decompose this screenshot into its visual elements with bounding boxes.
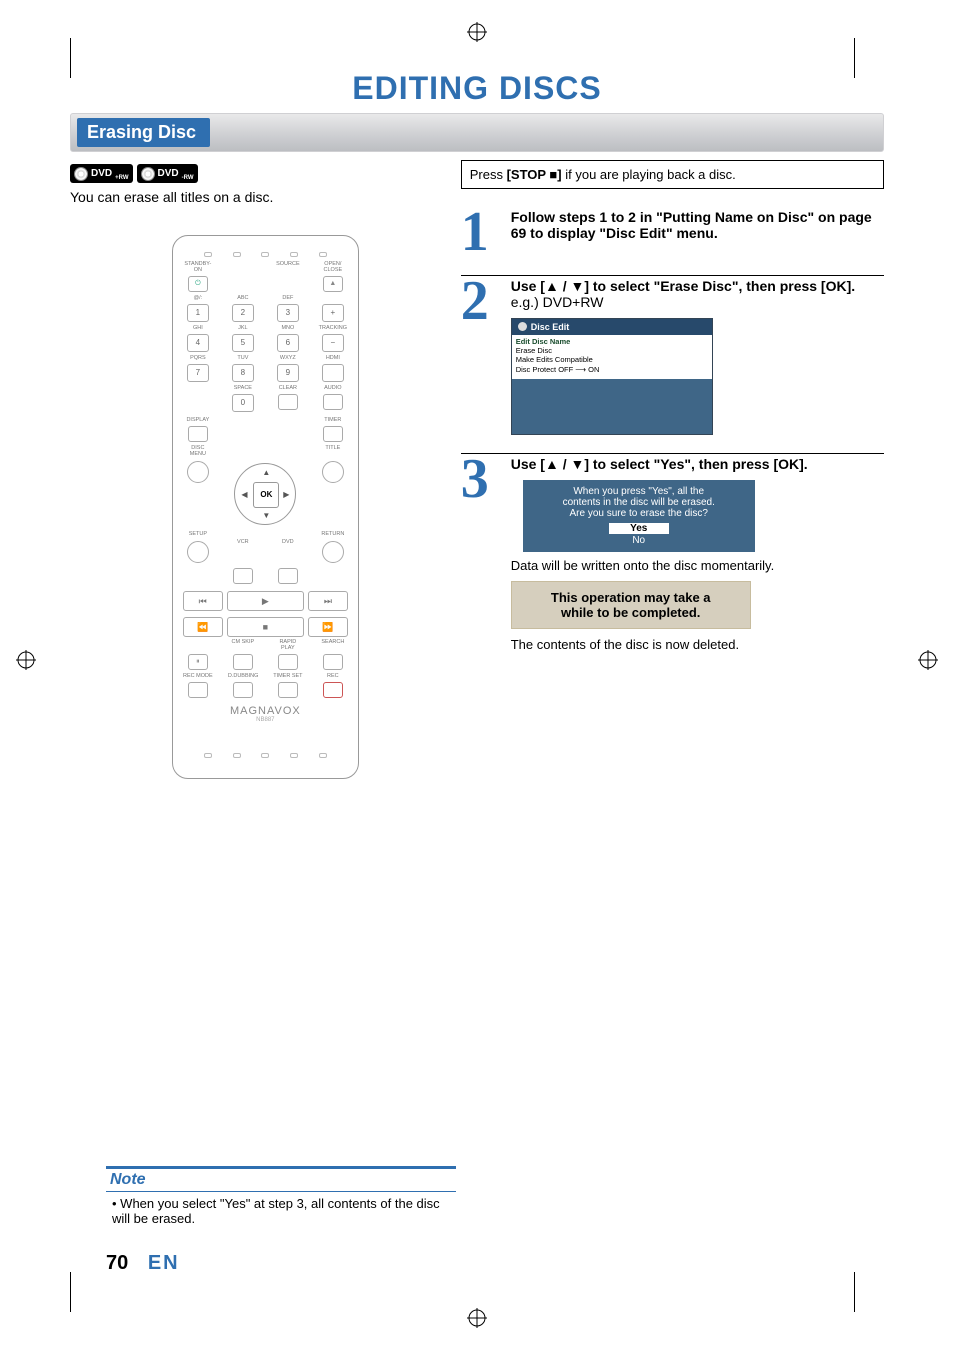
right-column: Press [STOP ■] if you are playing back a… xyxy=(461,160,884,779)
step-number: 2 xyxy=(461,278,505,435)
disc-edit-menu: Disc Edit Edit Disc Name Erase Disc Make… xyxy=(511,318,713,435)
busy-message: This operation may take a while to be co… xyxy=(511,581,751,629)
menu-item: Disc Protect OFF ⟶ ON xyxy=(516,365,600,374)
badge-sub: -RW xyxy=(182,175,194,181)
step-number: 1 xyxy=(461,209,505,257)
remote-label: OPEN/ CLOSE xyxy=(318,261,348,273)
crop-corner-br xyxy=(854,1272,894,1312)
callout-button: [STOP ■] xyxy=(507,167,562,182)
step-3-text: Use [▲ / ▼] to select "Yes", then press … xyxy=(511,456,808,472)
section-header: Erasing Disc xyxy=(70,113,884,152)
remote-label: STANDBY-ON xyxy=(183,261,213,273)
remote-label: SETUP xyxy=(183,531,213,537)
remote-navpad: OK ▲ ▼ ◀ ▶ xyxy=(234,463,296,525)
step-number: 3 xyxy=(461,456,505,652)
step-3-after1: Data will be written onto the disc momen… xyxy=(511,558,884,573)
confirm-line: When you press "Yes", all the xyxy=(529,486,749,497)
confirm-line: contents in the disc will be erased. xyxy=(529,497,749,508)
remote-label: SOURCE xyxy=(273,261,303,273)
disc-icon xyxy=(518,322,527,331)
confirm-yes: Yes xyxy=(609,523,669,535)
confirm-no: No xyxy=(609,535,669,546)
callout-suffix: if you are playing back a disc. xyxy=(562,167,736,182)
callout-prefix: Press xyxy=(470,167,507,182)
confirm-line: Are you sure to erase the disc? xyxy=(529,508,749,519)
remote-label: DISPLAY xyxy=(183,417,213,423)
disc-icon xyxy=(74,167,88,181)
badge-label: DVD xyxy=(158,168,179,179)
note-body: • When you select "Yes" at step 3, all c… xyxy=(106,1192,456,1230)
step-3: 3 Use [▲ / ▼] to select "Yes", then pres… xyxy=(461,453,884,652)
menu-item: Edit Disc Name xyxy=(516,337,571,346)
step-2-text: Use [▲ / ▼] to select "Erase Disc", then… xyxy=(511,278,855,294)
registration-mark-top xyxy=(467,22,487,42)
page-footer: 70 EN xyxy=(106,1252,180,1275)
crop-corner-tl xyxy=(30,38,70,78)
registration-mark-left xyxy=(16,650,36,670)
remote-label: TITLE xyxy=(318,445,348,457)
crop-corner-tr xyxy=(854,38,894,78)
badge-label: DVD xyxy=(91,168,112,179)
remote-label: DISC MENU xyxy=(183,445,213,457)
busy-line: while to be completed. xyxy=(526,605,736,620)
disc-edit-title: Disc Edit xyxy=(531,322,570,332)
dvd-minus-rw-badge: DVD -RW xyxy=(137,164,198,183)
remote-brand: MAGNAVOX xyxy=(183,705,348,717)
remote-control-diagram: STANDBY-ON SOURCE OPEN/ CLOSE ⏻ ▲ @/:ABC… xyxy=(172,235,359,779)
registration-mark-bottom xyxy=(467,1308,487,1328)
badge-sub: +RW xyxy=(115,175,128,181)
manual-page: EDITING DISCS Erasing Disc DVD +RW DVD -… xyxy=(0,0,954,1350)
page-number: 70 xyxy=(106,1252,128,1274)
stop-callout: Press [STOP ■] if you are playing back a… xyxy=(461,160,884,189)
busy-line: This operation may take a xyxy=(526,590,736,605)
note-box: Note • When you select "Yes" at step 3, … xyxy=(106,1166,456,1230)
note-heading: Note xyxy=(106,1166,456,1192)
page-title: EDITING DISCS xyxy=(70,70,884,107)
page-lang: EN xyxy=(148,1252,180,1274)
step-1: 1 Follow steps 1 to 2 in "Putting Name o… xyxy=(461,207,884,257)
remote-label: RETURN xyxy=(318,531,348,537)
remote-ok-button: OK xyxy=(253,482,279,508)
confirm-dialog: When you press "Yes", all the contents i… xyxy=(523,480,755,552)
step-3-after2: The contents of the disc is now deleted. xyxy=(511,637,884,652)
remote-model: NB887 xyxy=(183,717,348,723)
step-2: 2 Use [▲ / ▼] to select "Erase Disc", th… xyxy=(461,275,884,435)
remote-label: TIMER xyxy=(318,417,348,423)
dvd-plus-rw-badge: DVD +RW xyxy=(70,164,133,183)
dvd-badges: DVD +RW DVD -RW xyxy=(70,164,461,183)
intro-text: You can erase all titles on a disc. xyxy=(70,189,461,205)
registration-mark-right xyxy=(918,650,938,670)
step-1-text: Follow steps 1 to 2 in "Putting Name on … xyxy=(511,209,872,241)
left-column: DVD +RW DVD -RW You can erase all titles… xyxy=(70,160,461,779)
menu-item: Make Edits Compatible xyxy=(516,355,593,364)
menu-item: Erase Disc xyxy=(516,346,552,355)
section-header-label: Erasing Disc xyxy=(77,118,210,147)
crop-corner-bl xyxy=(30,1272,70,1312)
step-2-eg: e.g.) DVD+RW xyxy=(511,294,604,310)
disc-icon xyxy=(141,167,155,181)
